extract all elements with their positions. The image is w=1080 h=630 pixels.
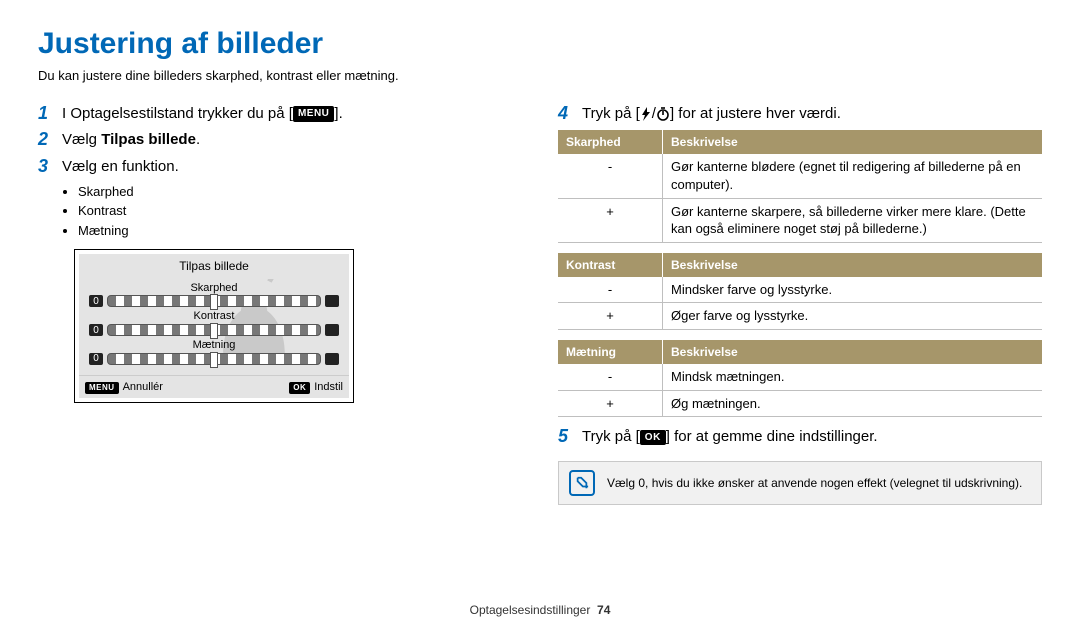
contrast-slider: 0 [89,324,339,336]
step-number: 5 [558,427,582,447]
table-row: +Øg mætningen. [558,390,1042,417]
slider-label: Mætning [89,338,339,353]
slider-label: Skarphed [89,281,339,296]
table-row: +Gør kanterne skarpere, så billederne vi… [558,198,1042,242]
step-number: 3 [38,157,62,177]
table-header: Skarphed [558,130,663,154]
flash-icon [640,107,652,121]
page-title: Justering af billeder [38,24,1042,65]
timer-icon [656,107,670,121]
lcd-title: Tilpas billede [79,254,349,278]
info-icon [569,470,595,496]
page-subtitle: Du kan justere dine billeders skarphed, … [38,67,1042,85]
table-row: +Øger farve og lysstyrke. [558,303,1042,330]
slider-right-icon [325,295,339,307]
slider-label: Kontrast [89,309,339,324]
ok-badge-icon: OK [289,382,310,395]
saturation-table: MætningBeskrivelse -Mindsk mætningen. +Ø… [558,340,1042,417]
step-5: 5 Tryk på [OK] for at gemme dine indstil… [558,427,1042,447]
info-note: Vælg 0, hvis du ikke ønsker at anvende n… [558,461,1042,505]
slider-right-icon [325,324,339,336]
table-header: Beskrivelse [663,340,1043,364]
footer-section: Optagelsesindstillinger [470,603,591,617]
ok-icon: OK [640,430,666,446]
function-list: Skarphed Kontrast Mætning [64,183,522,240]
list-item: Skarphed [78,183,522,201]
slider-left-icon: 0 [89,295,103,307]
page-footer: Optagelsesindstillinger 74 [0,602,1080,618]
table-header: Kontrast [558,253,663,277]
contrast-table: KontrastBeskrivelse -Mindsker farve og l… [558,253,1042,330]
sharpness-table: SkarphedBeskrivelse -Gør kanterne bløder… [558,130,1042,242]
step-text: I Optagelsestilstand trykker du på [ [62,105,293,122]
step-text: Tryk på [ [582,105,640,122]
list-item: Kontrast [78,202,522,220]
list-item: Mætning [78,222,522,240]
step-text: Vælg [62,131,101,148]
step-number: 1 [38,104,62,124]
table-row: -Gør kanterne blødere (egnet til rediger… [558,154,1042,198]
note-text: Vælg 0, hvis du ikke ønsker at anvende n… [607,475,1022,491]
lcd-cancel: MENUAnnullér [85,380,163,395]
step-text: ] for at justere hver værdi. [670,105,841,122]
step-3: 3 Vælg en funktion. [38,157,522,177]
menu-item-name: Tilpas billede [101,131,196,148]
menu-icon: MENU [293,106,334,122]
step-number: 2 [38,130,62,150]
table-row: -Mindsk mætningen. [558,364,1042,390]
step-4: 4 Tryk på [/] for at justere hver værdi. [558,104,1042,124]
table-row: -Mindsker farve og lysstyrke. [558,277,1042,303]
step-2: 2 Vælg Tilpas billede. [38,130,522,150]
slider-right-icon [325,353,339,365]
step-text: Tryk på [ [582,428,640,445]
table-header: Mætning [558,340,663,364]
sharpness-slider: 0 [89,295,339,307]
lcd-set: OKIndstil [289,380,343,395]
step-text: ] for at gemme dine indstillinger. [666,428,878,445]
saturation-slider: 0 [89,353,339,365]
step-text: Vælg en funktion. [62,157,522,177]
table-header: Beskrivelse [663,253,1043,277]
menu-badge-icon: MENU [85,382,119,395]
page-number: 74 [597,603,610,617]
step-text: . [196,131,200,148]
step-number: 4 [558,104,582,124]
camera-lcd: Tilpas billede Skarphed 0 K [74,249,354,403]
step-text: ]. [334,105,342,122]
slider-left-icon: 0 [89,353,103,365]
slider-left-icon: 0 [89,324,103,336]
step-1: 1 I Optagelsestilstand trykker du på [ME… [38,104,522,124]
table-header: Beskrivelse [663,130,1043,154]
